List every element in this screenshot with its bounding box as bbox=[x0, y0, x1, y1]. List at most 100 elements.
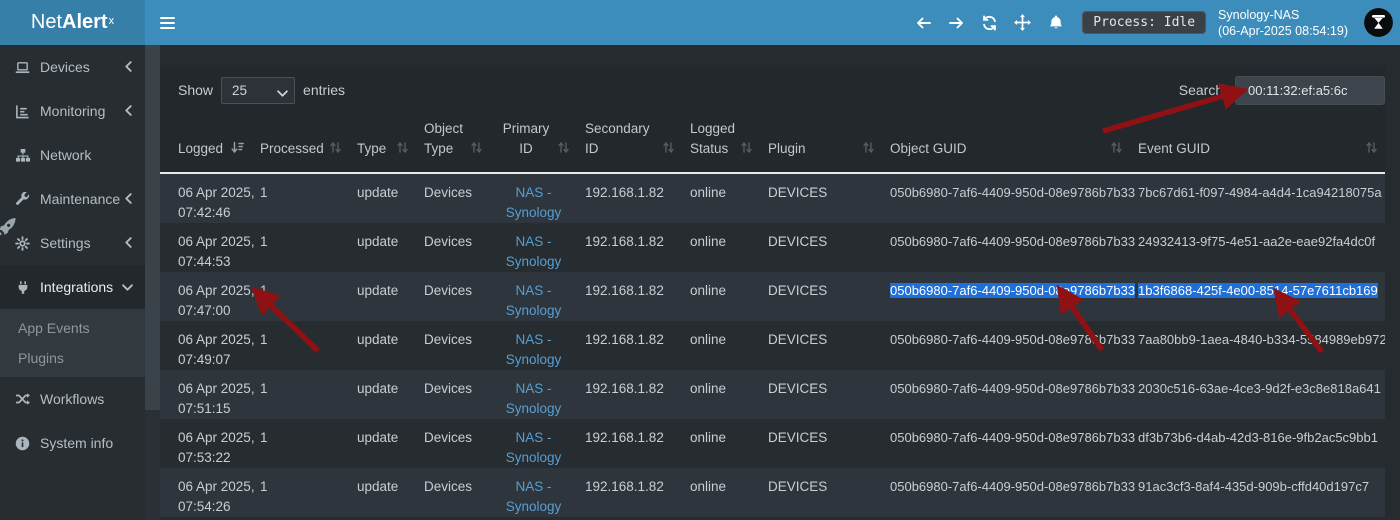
sidebar-item-label: Workflows bbox=[40, 391, 133, 407]
cell-logged: 06 Apr 2025,07:54:26 bbox=[160, 468, 252, 517]
table-toolbar: Show 25 entries Search: bbox=[160, 65, 1385, 113]
hourglass-avatar-icon bbox=[1364, 8, 1393, 37]
refresh-button[interactable] bbox=[973, 0, 1006, 45]
column-header-primary-id[interactable]: Primary ID bbox=[490, 113, 577, 173]
move-button[interactable] bbox=[1006, 0, 1039, 45]
cell-plugin: DEVICES bbox=[760, 272, 882, 321]
cell-plugin: DEVICES bbox=[760, 173, 882, 223]
arrow-left-icon bbox=[915, 15, 932, 31]
sidebar-item-label: System info bbox=[40, 435, 133, 451]
sidebar-item-workflows[interactable]: Workflows bbox=[0, 377, 145, 421]
entries-control: Show 25 entries bbox=[178, 77, 345, 104]
search-control: Search: bbox=[1179, 76, 1385, 105]
device-info: Synology-NAS (06-Apr-2025 08:54:19) bbox=[1218, 7, 1348, 39]
logged-time: 07:53:22 bbox=[178, 448, 244, 468]
app-logo[interactable]: NetAlertx bbox=[0, 0, 145, 45]
column-header-type[interactable]: Type bbox=[349, 113, 416, 173]
column-header-plugin[interactable]: Plugin bbox=[760, 113, 882, 173]
scrollbar-track[interactable] bbox=[145, 45, 160, 520]
sidebar-subitem-plugins[interactable]: Plugins bbox=[0, 343, 145, 373]
cell-logged: 06 Apr 2025,07:53:22 bbox=[160, 419, 252, 468]
cell-event-guid: df3b73b6-d4ab-42d3-816e-9fb2ac5c9bb1 bbox=[1130, 419, 1385, 468]
sidebar-item-label: Maintenance bbox=[40, 191, 124, 207]
cell-object-type: Devices bbox=[416, 468, 490, 517]
top-bar: NetAlertx bbox=[0, 0, 1400, 45]
cell-event-guid: 7aa80bb9-1aea-4840-b334-5584989eb972 bbox=[1130, 321, 1385, 370]
cell-primary-id: NAS - Synology bbox=[490, 370, 577, 419]
sidebar-item-integrations[interactable]: Integrations bbox=[0, 265, 145, 309]
primary-id-link[interactable]: NAS - Synology bbox=[506, 479, 562, 514]
sort-both-icon bbox=[1111, 141, 1122, 159]
cell-logged: 06 Apr 2025,07:42:46 bbox=[160, 173, 252, 223]
nav-forward-button[interactable] bbox=[940, 0, 973, 45]
cell-logged: 06 Apr 2025,07:51:15 bbox=[160, 370, 252, 419]
chevron-left-icon bbox=[124, 235, 133, 251]
cell-logged-status: online bbox=[682, 321, 760, 370]
sidebar-subitem-app-events[interactable]: App Events bbox=[0, 313, 145, 343]
sidebar-item-system-info[interactable]: System info bbox=[0, 421, 145, 465]
cell-secondary-id: 192.168.1.82 bbox=[577, 223, 682, 272]
sidebar-item-settings[interactable]: Settings bbox=[0, 221, 145, 265]
table-row[interactable]: 06 Apr 2025,07:44:53 1 update Devices NA… bbox=[160, 223, 1385, 272]
scrollbar-thumb[interactable] bbox=[145, 45, 160, 410]
cell-secondary-id: 192.168.1.82 bbox=[577, 272, 682, 321]
cell-logged-status: online bbox=[682, 419, 760, 468]
table-row[interactable]: 06 Apr 2025,07:51:15 1 update Devices NA… bbox=[160, 370, 1385, 419]
cell-primary-id: NAS - Synology bbox=[490, 468, 577, 517]
cell-processed: 1 bbox=[252, 223, 349, 272]
cell-primary-id: NAS - Synology bbox=[490, 321, 577, 370]
primary-id-link[interactable]: NAS - Synology bbox=[506, 332, 562, 367]
sidebar-item-network[interactable]: Network bbox=[0, 133, 145, 177]
column-header-object-type[interactable]: Object Type bbox=[416, 113, 490, 173]
table-row[interactable]: 06 Apr 2025,07:47:00 1 update Devices NA… bbox=[160, 272, 1385, 321]
cell-processed: 1 bbox=[252, 321, 349, 370]
table-row[interactable]: 06 Apr 2025,07:54:26 1 update Devices NA… bbox=[160, 468, 1385, 517]
cell-primary-id: NAS - Synology bbox=[490, 223, 577, 272]
cell-event-guid: 1b3f6868-425f-4e00-8514-57e7611cb169 bbox=[1130, 272, 1385, 321]
events-panel: Show 25 entries Search: Logged Proces bbox=[160, 65, 1385, 520]
sort-both-icon bbox=[863, 141, 874, 159]
cell-logged: 06 Apr 2025,07:47:00 bbox=[160, 272, 252, 321]
column-header-object-guid[interactable]: Object GUID bbox=[882, 113, 1130, 173]
cell-object-guid: 050b6980-7af6-4409-950d-08e9786b7b33 bbox=[882, 272, 1130, 321]
search-input[interactable] bbox=[1235, 76, 1385, 105]
primary-id-link[interactable]: NAS - Synology bbox=[506, 234, 562, 269]
primary-id-link[interactable]: NAS - Synology bbox=[506, 430, 562, 465]
rocket-icon bbox=[0, 215, 19, 242]
entries-select[interactable]: 25 bbox=[221, 77, 295, 104]
cell-secondary-id: 192.168.1.82 bbox=[577, 419, 682, 468]
column-header-processed[interactable]: Processed bbox=[252, 113, 349, 173]
notifications-button[interactable] bbox=[1039, 0, 1072, 45]
column-header-secondary-id[interactable]: Secondary ID bbox=[577, 113, 682, 173]
user-avatar[interactable] bbox=[1364, 8, 1393, 37]
chevron-left-icon bbox=[124, 59, 133, 75]
column-header-event-guid[interactable]: Event GUID bbox=[1130, 113, 1385, 173]
integrations-submenu: App Events Plugins bbox=[0, 309, 145, 377]
table-row[interactable]: 06 Apr 2025,07:53:22 1 update Devices NA… bbox=[160, 419, 1385, 468]
column-header-logged[interactable]: Logged bbox=[160, 113, 252, 173]
primary-id-link[interactable]: NAS - Synology bbox=[506, 283, 562, 318]
menu-toggle-button[interactable] bbox=[145, 0, 189, 45]
sidebar-item-monitoring[interactable]: Monitoring bbox=[0, 89, 145, 133]
brand-prefix: Net bbox=[31, 11, 62, 34]
table-row[interactable]: 06 Apr 2025,07:49:07 1 update Devices NA… bbox=[160, 321, 1385, 370]
cell-logged-status: online bbox=[682, 173, 760, 223]
table-row[interactable]: 06 Apr 2025,07:42:46 1 update Devices NA… bbox=[160, 173, 1385, 223]
plug-icon bbox=[14, 280, 31, 295]
cell-logged-status: online bbox=[682, 468, 760, 517]
column-header-logged-status[interactable]: Logged Status bbox=[682, 113, 760, 173]
cell-processed: 1 bbox=[252, 173, 349, 223]
sort-both-icon bbox=[558, 141, 569, 159]
sidebar-item-maintenance[interactable]: Maintenance bbox=[0, 177, 145, 221]
primary-id-link[interactable]: NAS - Synology bbox=[506, 381, 562, 416]
info-circle-icon bbox=[14, 436, 31, 451]
cell-processed: 1 bbox=[252, 419, 349, 468]
cell-secondary-id: 192.168.1.82 bbox=[577, 321, 682, 370]
sidebar-item-devices[interactable]: Devices bbox=[0, 45, 145, 89]
cell-processed: 1 bbox=[252, 370, 349, 419]
subitem-label: Plugins bbox=[18, 350, 64, 366]
cell-object-type: Devices bbox=[416, 223, 490, 272]
refresh-icon bbox=[981, 15, 998, 31]
nav-back-button[interactable] bbox=[907, 0, 940, 45]
primary-id-link[interactable]: NAS - Synology bbox=[506, 185, 562, 220]
